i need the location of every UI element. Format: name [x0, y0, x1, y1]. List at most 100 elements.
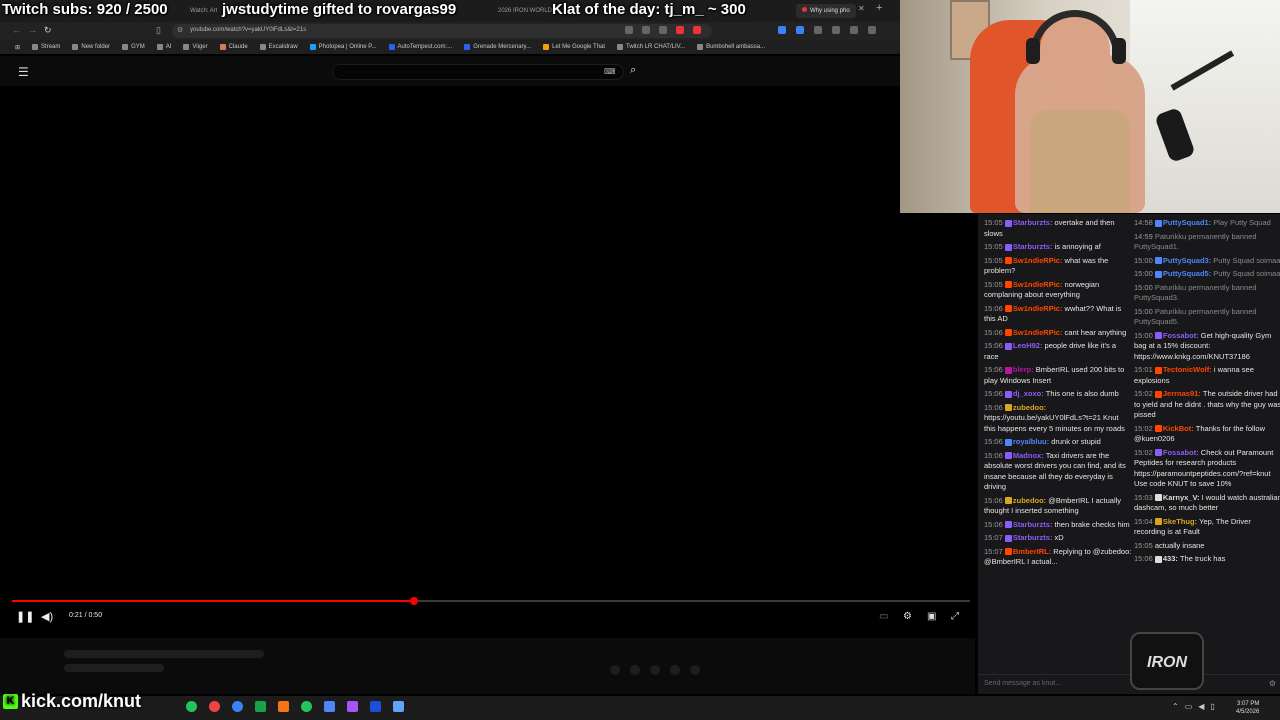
badge-icon — [1004, 257, 1012, 265]
profile-icon[interactable] — [868, 26, 876, 34]
progress-bar[interactable] — [12, 597, 970, 605]
bookmark-item[interactable]: Twitch LR CHAT/LIV... — [612, 44, 690, 50]
puzzle-icon[interactable] — [832, 26, 840, 34]
chat-timestamp: 15:03 — [1134, 492, 1155, 502]
app-icon[interactable] — [278, 701, 289, 712]
back-icon[interactable]: ← — [12, 25, 21, 35]
chat-username[interactable]: royalbluu: — [1013, 437, 1051, 446]
chevron-up-icon[interactable]: ⌃ — [1172, 702, 1179, 711]
video-player[interactable] — [0, 86, 975, 638]
chat-username[interactable]: dj_xoxo: — [1013, 389, 1046, 398]
toolbar-icons — [778, 26, 876, 34]
chat-username[interactable]: Karnyx_V: — [1163, 493, 1202, 502]
chat-settings-icon[interactable]: ⚙ — [1269, 679, 1276, 688]
miniplayer-icon[interactable]: ▣ — [927, 611, 936, 622]
chat-username[interactable]: Starburzts: — [1013, 520, 1055, 529]
forward-icon[interactable]: → — [28, 25, 37, 35]
chat-username[interactable]: PuttySquad5: — [1163, 269, 1213, 278]
chat-timestamp: 15:06 — [984, 495, 1005, 505]
bookmark-item[interactable]: Photopea | Online P... — [305, 44, 382, 50]
extension-icon[interactable] — [659, 26, 667, 34]
extension-icon[interactable] — [642, 26, 650, 34]
subtitles-icon[interactable]: ▭ — [879, 611, 888, 622]
chat-username[interactable]: PuttySquad1: — [1163, 218, 1213, 227]
bookmark-item[interactable]: New folder — [67, 44, 115, 50]
chrome-icon[interactable] — [209, 701, 220, 712]
fullscreen-icon[interactable]: ⤢ — [951, 611, 959, 622]
volume-icon[interactable]: ◀ — [1198, 702, 1204, 711]
chat-username[interactable]: blerp: — [1013, 365, 1036, 374]
chat-username[interactable]: zubedoo: — [1013, 403, 1046, 412]
chat-username[interactable]: Jerrnas91: — [1163, 389, 1203, 398]
extension-icon[interactable] — [693, 26, 701, 34]
downloads-icon[interactable] — [850, 26, 858, 34]
chat-username[interactable]: TectonicWolf: — [1163, 365, 1214, 374]
chat-username[interactable]: Starburzts: — [1013, 533, 1055, 542]
bookmark-item[interactable]: Stream — [27, 44, 65, 50]
extension-icon[interactable] — [625, 26, 633, 34]
extension-icon[interactable] — [778, 26, 786, 34]
chat-username[interactable]: zubedoo: — [1013, 496, 1048, 505]
new-tab-button[interactable]: + — [876, 2, 882, 14]
app-icon[interactable] — [301, 701, 312, 712]
chat-username[interactable]: Sw1ndleRPic: — [1013, 328, 1065, 337]
chat-username[interactable]: Sw1ndleRPic: — [1013, 304, 1065, 313]
extension-icon[interactable] — [676, 26, 684, 34]
chat-username[interactable]: Sw1ndleRPic: — [1013, 280, 1065, 289]
tab-iron-world[interactable]: 2026 IRON WORLD — [498, 4, 552, 18]
bookmark-item[interactable]: Claude — [215, 44, 253, 50]
chat-timestamp: 15:00 — [1134, 282, 1155, 292]
bookmark-item[interactable]: Viiger — [178, 44, 212, 50]
chat-username[interactable]: KickBot: — [1163, 424, 1196, 433]
chat-username[interactable]: LeoH92: — [1013, 341, 1045, 350]
extension-icon[interactable] — [814, 26, 822, 34]
chat-username[interactable]: PuttySquad3: — [1163, 256, 1213, 265]
battery-icon[interactable]: ▯ — [1210, 702, 1214, 711]
clock[interactable]: 3:07 PM 4/5/2026 — [1236, 700, 1259, 716]
bookmark-item[interactable]: GYM — [117, 44, 150, 50]
chat-username[interactable]: SkeThug: — [1163, 517, 1199, 526]
app-icon[interactable] — [347, 701, 358, 712]
chat-input[interactable]: Send message as knut... ⚙ — [978, 674, 1280, 694]
chat-username[interactable]: Sw1ndleRPic: — [1013, 256, 1065, 265]
apps-icon[interactable]: ⊞ — [10, 44, 25, 51]
bookmark-item[interactable]: AI — [152, 44, 177, 50]
volume-icon[interactable]: ◀) — [41, 610, 53, 623]
reload-icon[interactable]: ↻ — [44, 25, 52, 36]
app-icon[interactable] — [255, 701, 266, 712]
menu-icon[interactable]: ☰ — [18, 65, 29, 79]
chat-username[interactable]: Madnox: — [1013, 451, 1046, 460]
pause-button[interactable]: ❚❚ — [16, 610, 34, 623]
bookmark-item[interactable]: AutoTempest.com:... — [384, 44, 458, 50]
tab-active[interactable]: Why using pho — [796, 4, 856, 18]
chat-username[interactable]: BmberIRL: — [1013, 547, 1053, 556]
app-icon[interactable] — [324, 701, 335, 712]
chat-username[interactable]: 433: — [1163, 554, 1180, 563]
chat-username[interactable]: Fossabot: — [1163, 331, 1201, 340]
search-input[interactable] — [332, 64, 624, 80]
settings-icon[interactable]: ⚙ — [903, 611, 912, 622]
app-icon[interactable] — [370, 701, 381, 712]
network-icon[interactable]: ▭ — [1185, 702, 1193, 711]
bookmark-item[interactable]: Let Me Google That — [538, 44, 610, 50]
progress-scrubber[interactable] — [410, 597, 418, 605]
chat-timestamp: 15:05 — [984, 255, 1005, 265]
chat-username[interactable]: Starburzts: — [1013, 218, 1055, 227]
folder-icon — [156, 44, 163, 50]
extension-icon[interactable] — [796, 26, 804, 34]
chrome-icon[interactable] — [232, 701, 243, 712]
app-icon[interactable] — [186, 701, 197, 712]
keyboard-icon[interactable]: ⌨ — [604, 67, 616, 76]
bookmark-icon[interactable]: ▯ — [156, 25, 161, 36]
site-info-icon[interactable]: ⚙ — [177, 26, 183, 34]
bookmark-item[interactable]: Excalidraw — [255, 44, 303, 50]
bookmark-item[interactable]: Grenade Mercenary... — [459, 44, 536, 50]
chat-username[interactable]: Starburzts: — [1013, 242, 1055, 251]
close-tab-icon[interactable]: ✕ — [858, 4, 865, 13]
tab-watch[interactable]: Watch: Art — [190, 4, 217, 18]
chat-username[interactable]: Fossabot: — [1163, 448, 1201, 457]
chat-message: 15:02 KickBot: Thanks for the follow @ku… — [1134, 424, 1280, 445]
search-icon[interactable]: ⌕ — [630, 64, 636, 77]
app-icon[interactable] — [393, 701, 404, 712]
bookmark-item[interactable]: Bumbshell ambassa... — [692, 44, 770, 50]
